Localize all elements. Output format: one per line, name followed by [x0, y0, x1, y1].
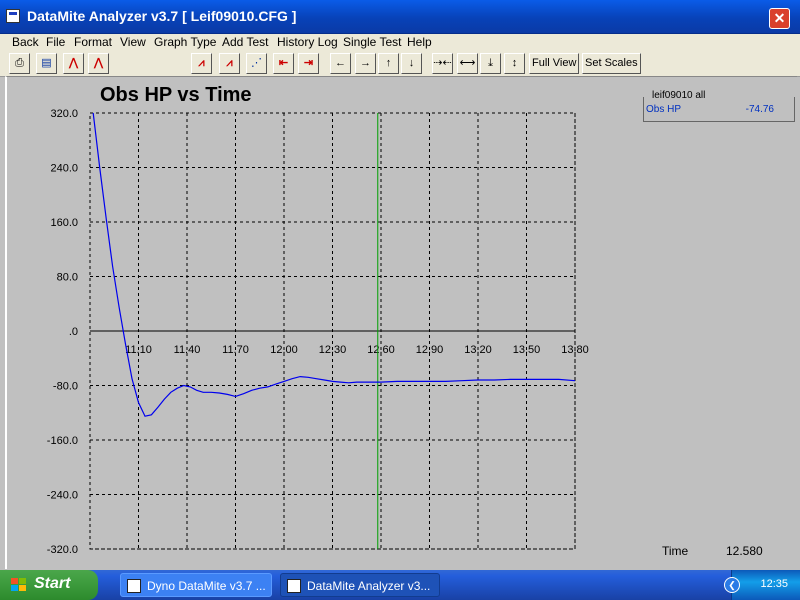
cursor-left-icon: ⇤ — [278, 57, 289, 69]
graph-type-1-icon: ⩘ — [198, 57, 205, 69]
app-icon — [127, 579, 141, 593]
zoom-in-x-button[interactable]: ⇢⇠ — [432, 53, 453, 74]
scroll-down-button[interactable]: ↓ — [401, 53, 422, 74]
save-button[interactable]: ▤ — [36, 53, 57, 74]
system-tray: ❮ 12:35 — [724, 570, 800, 600]
time-value: 12.580 — [726, 544, 763, 558]
menu-add-test[interactable]: Add Test — [222, 34, 268, 50]
zoom-in-y-button[interactable]: ⤓ — [480, 53, 501, 74]
zoom-out-x-icon: ⟷ — [459, 57, 476, 69]
print-icon: ⎙ — [15, 57, 24, 69]
time-label: Time — [662, 544, 689, 558]
zoom-out-y-icon: ↕ — [511, 57, 518, 69]
scroll-right-icon: → — [360, 57, 371, 69]
clock: 12:35 — [760, 578, 788, 590]
tray-expand-icon[interactable]: ❮ — [724, 577, 740, 593]
menu-history-log[interactable]: History Log — [277, 34, 338, 50]
set-scales-button[interactable]: Set Scales — [582, 53, 641, 74]
menu-view[interactable]: View — [120, 34, 146, 50]
full-view-button[interactable]: Full View — [529, 53, 580, 74]
scroll-left-icon: ← — [335, 57, 346, 69]
app-icon — [287, 579, 301, 593]
menu-help[interactable]: Help — [407, 34, 432, 50]
zoom-in-x-icon: ⇢⇠ — [433, 57, 452, 69]
menu-single-test[interactable]: Single Test — [343, 34, 401, 50]
legend-box: leif09010 all Obs HP -74.76 — [643, 90, 795, 122]
window-title: DataMite Analyzer v3.7 [ Leif09010.CFG ] — [27, 8, 297, 24]
zoom-out-y-button[interactable]: ↕ — [504, 53, 525, 74]
graph-type-2-icon: ⩘ — [226, 57, 233, 69]
graph-type-1-button[interactable]: ⩘ — [191, 53, 212, 74]
graph-type-2-button[interactable]: ⩘ — [219, 53, 240, 74]
start-button[interactable]: Start — [0, 570, 98, 600]
cursor-left-button[interactable]: ⇤ — [273, 53, 294, 74]
graph-red-icon: ⋀ — [68, 57, 79, 69]
taskbar-item-dyno-datamite[interactable]: Dyno DataMite v3.7 ... — [120, 573, 272, 597]
graph-red-2-button[interactable]: ⋀ — [88, 53, 109, 74]
scroll-down-icon: ↓ — [408, 57, 415, 69]
print-button[interactable]: ⎙ — [9, 53, 30, 74]
graph-type-3-button[interactable]: ⋰ — [246, 53, 267, 74]
start-label: Start — [34, 575, 71, 592]
menu-graph-type[interactable]: Graph Type — [154, 34, 216, 50]
taskbar-item-datamite-analyzer[interactable]: DataMite Analyzer v3... — [280, 573, 440, 597]
windows-logo-icon — [11, 578, 27, 592]
legend-header: leif09010 all — [650, 90, 708, 101]
menu-bar: Back File Format View Graph Type Add Tes… — [0, 34, 800, 50]
zoom-in-y-icon: ⤓ — [488, 57, 493, 69]
taskbar: Start Dyno DataMite v3.7 ... DataMite An… — [0, 570, 800, 600]
legend-series-value: -74.76 — [745, 104, 774, 115]
title-bar: DataMite Analyzer v3.7 [ Leif09010.CFG ]… — [0, 0, 800, 34]
legend-series-row[interactable]: Obs HP -74.76 — [646, 104, 790, 115]
menu-back[interactable]: Back — [12, 34, 39, 50]
scroll-up-icon: ↑ — [385, 57, 392, 69]
graph-type-3-icon: ⋰ — [251, 57, 262, 69]
toolbar: Full View Set Scales ⎙ ▤ ⋀ ⋀ ⩘ ⩘ ⋰ ⇤ ⇥ ← → ↑ ↓ ⇢⇠ ⟷ ⤓ ↕ — [0, 50, 800, 77]
cursor-right-icon: ⇥ — [303, 57, 314, 69]
task-label: Dyno DataMite v3.7 ... — [147, 579, 266, 593]
scroll-right-button[interactable]: → — [355, 53, 376, 74]
graph-area — [5, 76, 797, 569]
close-button[interactable]: ✕ — [769, 8, 790, 29]
scroll-left-button[interactable]: ← — [330, 53, 351, 74]
menu-file[interactable]: File — [46, 34, 65, 50]
legend-series-name: Obs HP — [646, 104, 682, 115]
task-label: DataMite Analyzer v3... — [307, 579, 431, 593]
time-readout: Time 12.580 — [662, 544, 763, 558]
cursor-right-button[interactable]: ⇥ — [298, 53, 319, 74]
save-icon: ▤ — [41, 57, 52, 69]
scroll-up-button[interactable]: ↑ — [378, 53, 399, 74]
graph-red-2-icon: ⋀ — [93, 57, 104, 69]
zoom-out-x-button[interactable]: ⟷ — [457, 53, 478, 74]
menu-format[interactable]: Format — [74, 34, 112, 50]
graph-red-button[interactable]: ⋀ — [63, 53, 84, 74]
app-icon — [6, 9, 20, 23]
